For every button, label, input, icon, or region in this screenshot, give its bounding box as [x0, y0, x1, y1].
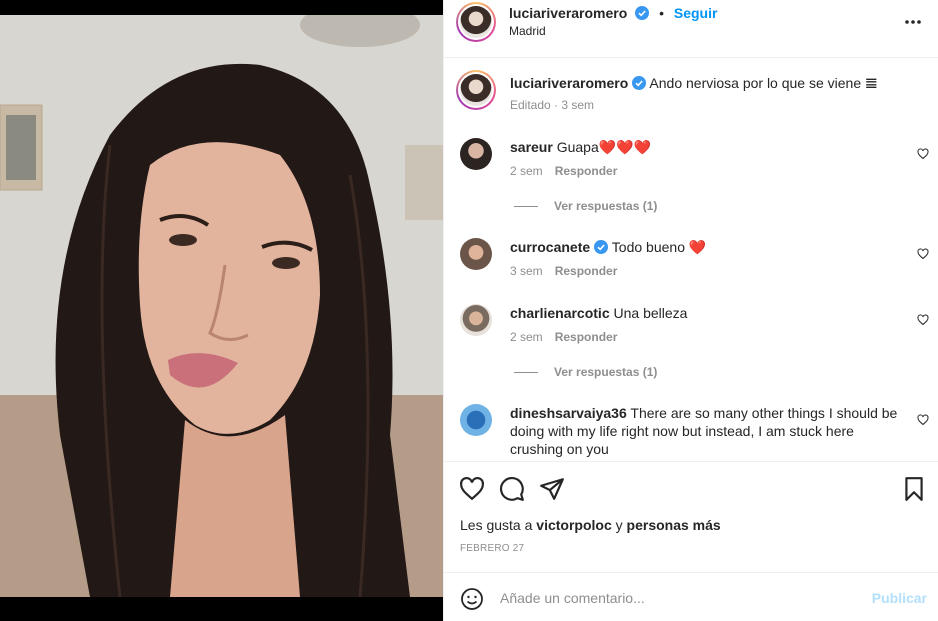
- comment-meta: 3 sem Responder: [510, 264, 617, 278]
- more-icon[interactable]: [903, 12, 923, 32]
- author-username[interactable]: luciariveraromero: [509, 5, 627, 21]
- heart-icon[interactable]: [917, 314, 929, 326]
- caption-text-block: luciariveraromero Ando nerviosa por lo q…: [510, 74, 899, 92]
- share-icon[interactable]: [539, 476, 565, 502]
- likes-others[interactable]: personas más: [627, 517, 721, 533]
- likes-user[interactable]: victorpoloc: [536, 517, 611, 533]
- verified-icon: [632, 76, 647, 90]
- verified-icon: [635, 6, 650, 20]
- likes-connector: y: [611, 517, 627, 533]
- publish-button[interactable]: Publicar: [872, 590, 927, 606]
- comment-input[interactable]: Añade un comentario...: [500, 590, 645, 606]
- heart-icon[interactable]: [917, 248, 929, 260]
- comment-username[interactable]: dineshsarvaiya36: [510, 405, 627, 421]
- post-actions: Les gusta a victorpoloc y personas más F…: [444, 461, 938, 572]
- likes-summary: Les gusta a victorpoloc y personas más: [460, 517, 721, 533]
- author-line: luciariveraromero • Seguir: [509, 5, 717, 21]
- comment-username[interactable]: currocanete: [510, 239, 590, 255]
- comment-time: 2 sem: [510, 330, 543, 344]
- view-replies[interactable]: Ver respuestas (1): [514, 365, 657, 379]
- author-avatar[interactable]: [456, 2, 496, 42]
- reply-button[interactable]: Responder: [555, 264, 618, 278]
- comment-icon[interactable]: [499, 476, 525, 502]
- reply-button[interactable]: Responder: [555, 330, 618, 344]
- separator-dot: •: [659, 5, 664, 21]
- post-location[interactable]: Madrid: [509, 24, 546, 38]
- bookmark-icon[interactable]: [901, 476, 927, 502]
- caption-username[interactable]: luciariveraromero: [510, 75, 628, 91]
- verified-icon: [594, 240, 609, 254]
- comment-avatar[interactable]: [460, 304, 492, 336]
- comment-text: Una belleza: [613, 305, 688, 321]
- comment-text-block: charlienarcotic Una belleza: [510, 304, 899, 322]
- comment-username[interactable]: charlienarcotic: [510, 305, 610, 321]
- post-header: luciariveraromero • Seguir Madrid: [444, 0, 938, 58]
- comment-text: Guapa❤️❤️❤️: [556, 139, 652, 155]
- post-side-panel: luciariveraromero • Seguir Madrid luciar…: [443, 0, 938, 621]
- post-photo[interactable]: [0, 15, 443, 597]
- comment-text-block: dineshsarvaiya36 There are so many other…: [510, 404, 899, 458]
- caption-avatar[interactable]: [456, 70, 496, 110]
- heart-icon[interactable]: [917, 414, 929, 426]
- caption-text: Ando nerviosa por lo que se viene 𝌆: [649, 75, 878, 91]
- comment-time: 3 sem: [510, 264, 543, 278]
- comment-meta: 2 sem Responder: [510, 330, 617, 344]
- caption-meta: Editado · 3 sem: [510, 98, 595, 112]
- comments-list[interactable]: luciariveraromero Ando nerviosa por lo q…: [444, 58, 938, 461]
- emoji-icon[interactable]: [460, 587, 484, 611]
- post-date[interactable]: FEBRERO 27: [460, 543, 524, 554]
- likes-prefix: Les gusta a: [460, 517, 537, 533]
- heart-icon[interactable]: [917, 148, 929, 160]
- photo-panel: [0, 0, 443, 621]
- comment-time: 2 sem: [510, 164, 543, 178]
- selfie-illustration: [0, 15, 443, 597]
- reply-button[interactable]: Responder: [555, 164, 618, 178]
- comment-avatar[interactable]: [460, 138, 492, 170]
- follow-button[interactable]: Seguir: [674, 5, 718, 21]
- add-comment-bar: Añade un comentario... Publicar: [444, 572, 938, 621]
- comment-text-block: currocanete Todo bueno ❤️: [510, 238, 899, 256]
- comment-text-block: sareur Guapa❤️❤️❤️: [510, 138, 899, 156]
- heart-icon[interactable]: [459, 476, 485, 502]
- comment-avatar[interactable]: [460, 404, 492, 436]
- comment-avatar[interactable]: [460, 238, 492, 270]
- comment-meta: 2 sem Responder: [510, 164, 617, 178]
- comment-text: Todo bueno ❤️: [611, 239, 707, 255]
- view-replies[interactable]: Ver respuestas (1): [514, 199, 657, 213]
- comment-username[interactable]: sareur: [510, 139, 553, 155]
